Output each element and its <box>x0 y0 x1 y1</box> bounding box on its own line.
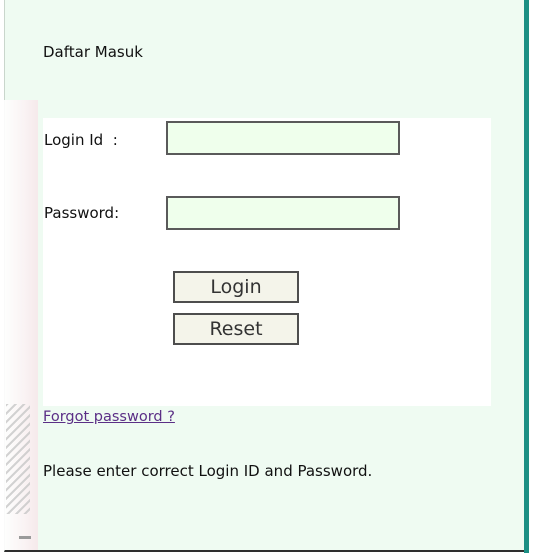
right-accent-bar <box>524 0 529 553</box>
login-window: Daftar Masuk Login Id : Password: Login … <box>0 0 533 553</box>
login-button[interactable]: Login <box>173 271 299 303</box>
password-label: Password: <box>44 204 120 222</box>
forgot-password-link[interactable]: Forgot password ? <box>43 409 175 425</box>
page-title: Daftar Masuk <box>43 43 143 61</box>
login-form <box>43 118 491 406</box>
login-id-label: Login Id : <box>44 131 118 149</box>
bottom-left-mark <box>19 536 31 539</box>
reset-button[interactable]: Reset <box>173 313 299 345</box>
left-stripe-decoration <box>6 404 30 514</box>
login-message: Please enter correct Login ID and Passwo… <box>43 462 373 480</box>
password-input[interactable] <box>166 196 400 230</box>
login-id-input[interactable] <box>166 121 400 155</box>
